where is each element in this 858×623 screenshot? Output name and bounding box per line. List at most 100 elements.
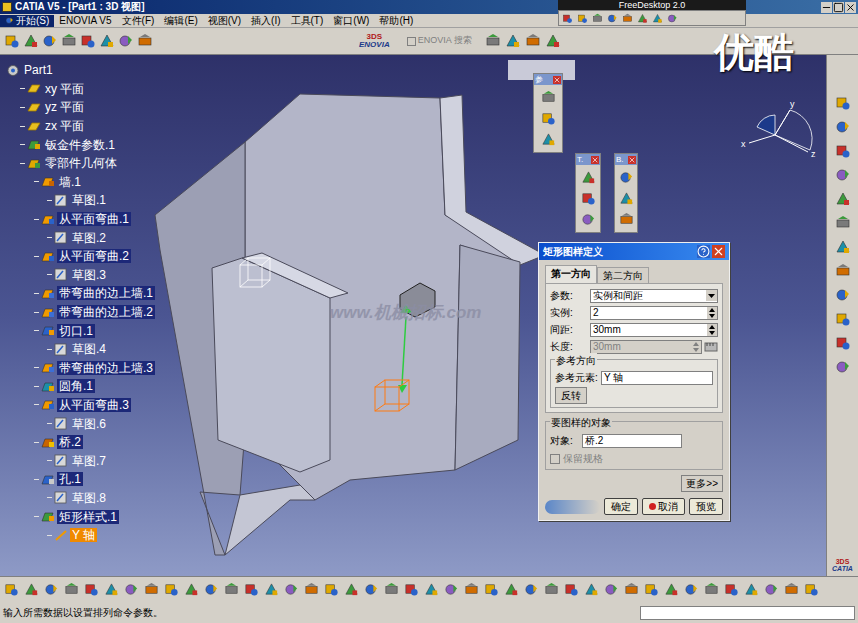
tree-label[interactable]: 草图.1 <box>70 193 108 207</box>
tool-icon[interactable] <box>619 191 634 206</box>
close-icon[interactable] <box>553 76 561 84</box>
reference-field[interactable]: Y 轴 <box>601 371 713 385</box>
tool-icon[interactable] <box>835 335 851 351</box>
tool-icon[interactable] <box>384 582 399 597</box>
tool-icon[interactable] <box>804 582 819 597</box>
tree-item[interactable]: 草图.1 <box>2 191 155 210</box>
tree-item[interactable]: 孔.1 <box>2 470 155 489</box>
tree-item[interactable]: 钣金件参数.1 <box>2 135 155 154</box>
tool-icon[interactable] <box>24 582 39 597</box>
tool-icon[interactable] <box>667 13 678 24</box>
dialog-title-bar[interactable]: 矩形图样定义 <box>539 243 729 260</box>
spinner-icon[interactable] <box>707 307 717 319</box>
preview-button[interactable]: 预览 <box>689 498 723 515</box>
tool-icon[interactable] <box>264 582 279 597</box>
tool-icon[interactable] <box>835 167 851 183</box>
tool-icon[interactable] <box>581 170 596 185</box>
tree-item[interactable]: 切口.1 <box>2 321 155 340</box>
tool-icon[interactable] <box>724 582 739 597</box>
tool-icon[interactable] <box>622 13 633 24</box>
close-icon[interactable] <box>628 156 636 164</box>
menu-item[interactable]: 插入(I) <box>246 15 285 27</box>
tree-item[interactable]: 从平面弯曲.3 <box>2 396 155 415</box>
tree-label[interactable]: Part1 <box>22 63 55 77</box>
select-field[interactable]: 实例和间距 <box>590 289 718 303</box>
tree-item[interactable]: xy 平面 <box>2 80 155 99</box>
close-icon[interactable] <box>845 2 856 13</box>
tab[interactable]: 第二方向 <box>597 267 649 283</box>
palette-title[interactable]: T. <box>576 154 600 165</box>
tool-icon[interactable] <box>524 582 539 597</box>
tool-icon[interactable] <box>577 13 588 24</box>
tool-icon[interactable] <box>704 582 719 597</box>
tool-icon[interactable] <box>485 33 501 49</box>
tool-icon[interactable] <box>607 13 618 24</box>
tree-item[interactable]: Y 轴 <box>2 526 155 545</box>
tool-icon[interactable] <box>244 582 259 597</box>
tree-label[interactable]: 草图.4 <box>70 342 108 356</box>
menu-item[interactable]: 窗口(W) <box>328 15 374 27</box>
tool-icon[interactable] <box>424 582 439 597</box>
tree-item[interactable]: 桥.2 <box>2 433 155 452</box>
tool-icon[interactable] <box>444 582 459 597</box>
tree-item[interactable]: 从平面弯曲.1 <box>2 210 155 229</box>
tool-icon[interactable] <box>144 582 159 597</box>
tool-icon[interactable] <box>344 582 359 597</box>
minimize-icon[interactable] <box>821 2 832 13</box>
tool-icon[interactable] <box>64 582 79 597</box>
tool-icon[interactable] <box>764 582 779 597</box>
tool-icon[interactable] <box>23 33 39 49</box>
tree-label[interactable]: 切口.1 <box>57 324 95 338</box>
tool-icon[interactable] <box>541 132 556 147</box>
tool-icon[interactable] <box>744 582 759 597</box>
tool-palette[interactable]: B. <box>614 153 638 233</box>
tool-icon[interactable] <box>637 13 648 24</box>
tool-icon[interactable] <box>835 119 851 135</box>
tool-icon[interactable] <box>61 33 77 49</box>
menu-item[interactable]: 帮助(H) <box>374 15 418 27</box>
tree-label[interactable]: 带弯曲的边上墙.2 <box>57 305 155 319</box>
tool-icon[interactable] <box>619 170 634 185</box>
tool-icon[interactable] <box>525 33 541 49</box>
menu-item[interactable]: 文件(F) <box>117 15 160 27</box>
tool-icon[interactable] <box>5 16 14 25</box>
tool-icon[interactable] <box>42 33 58 49</box>
tree-item[interactable]: 圆角.1 <box>2 377 155 396</box>
tree-item[interactable]: 带弯曲的边上墙.3 <box>2 359 155 378</box>
tree-item[interactable]: yz 平面 <box>2 98 155 117</box>
maximize-icon[interactable] <box>833 2 844 13</box>
tree-label[interactable]: 从平面弯曲.1 <box>57 212 131 226</box>
reverse-button[interactable]: 反转 <box>555 387 587 404</box>
more-button[interactable]: 更多>> <box>681 475 723 492</box>
tree-item[interactable]: 带弯曲的边上墙.1 <box>2 284 155 303</box>
tool-icon[interactable] <box>835 239 851 255</box>
tool-icon[interactable] <box>324 582 339 597</box>
tool-icon[interactable] <box>541 111 556 126</box>
menu-item[interactable]: 视图(V) <box>203 15 246 27</box>
tool-icon[interactable] <box>164 582 179 597</box>
tree-item[interactable]: 草图.8 <box>2 489 155 508</box>
object-field[interactable]: 桥.2 <box>582 434 682 448</box>
tool-icon[interactable] <box>104 582 119 597</box>
freedesktop-overlay[interactable]: FreeDesktop 2.0 <box>558 0 746 26</box>
tool-icon[interactable] <box>581 191 596 206</box>
tree-label[interactable]: 草图.2 <box>70 231 108 245</box>
tool-icon[interactable] <box>664 582 679 597</box>
tree-label[interactable]: 矩形样式.1 <box>57 510 119 524</box>
tree-item[interactable]: 带弯曲的边上墙.2 <box>2 303 155 322</box>
spin-field[interactable]: 30mm <box>590 323 718 337</box>
tool-icon[interactable] <box>684 582 699 597</box>
tool-icon[interactable] <box>464 582 479 597</box>
tool-icon[interactable] <box>562 13 573 24</box>
tree-label[interactable]: 桥.2 <box>57 435 83 449</box>
tool-icon[interactable] <box>184 582 199 597</box>
tree-item[interactable]: 草图.3 <box>2 266 155 285</box>
tool-icon[interactable] <box>541 90 556 105</box>
menu-item[interactable]: 编辑(E) <box>159 15 202 27</box>
tree-item[interactable]: 草图.6 <box>2 414 155 433</box>
tool-icon[interactable] <box>4 582 19 597</box>
menu-item[interactable]: ENOVIA V5 <box>54 15 116 27</box>
tool-icon[interactable] <box>544 582 559 597</box>
tool-icon[interactable] <box>99 33 115 49</box>
tree-item[interactable]: 矩形样式.1 <box>2 507 155 526</box>
